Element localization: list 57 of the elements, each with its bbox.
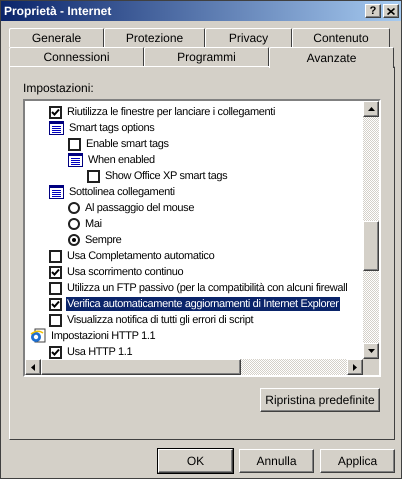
- settings-label: Impostazioni:: [23, 80, 95, 97]
- setting-label[interactable]: Utilizza un FTP passivo (per la compatibilità con alcuni firewall: [66, 281, 348, 295]
- setting-label[interactable]: Mai: [84, 217, 103, 231]
- close-icon: [387, 8, 395, 14]
- checkbox[interactable]: [49, 106, 62, 118]
- scrollbar-corner: [363, 359, 379, 375]
- help-button[interactable]: ?: [365, 4, 381, 18]
- setting-label[interactable]: Usa Completamento automatico: [66, 249, 216, 263]
- tab[interactable]: Privacy: [205, 28, 292, 47]
- setting-label[interactable]: Sottolinea collegamenti: [68, 185, 176, 199]
- tab[interactable]: Avanzate: [269, 47, 394, 68]
- restore-defaults-button[interactable]: Ripristina predefinite: [260, 388, 380, 412]
- dialog-button[interactable]: OK: [158, 449, 233, 473]
- vertical-scrollbar[interactable]: [363, 101, 379, 359]
- window-title: Proprietà - Internet: [4, 3, 112, 20]
- dialog-button[interactable]: Annulla: [239, 449, 314, 473]
- dialog-button[interactable]: Applica: [320, 449, 395, 473]
- setting-label[interactable]: Visualizza notifica di tutti gli errori di script: [66, 313, 254, 327]
- horizontal-scrollbar[interactable]: [25, 359, 379, 375]
- setting-label[interactable]: Impostazioni HTTP 1.1: [50, 329, 156, 343]
- setting-label[interactable]: Al passaggio del mouse: [84, 201, 196, 215]
- browser-icon: [30, 328, 46, 344]
- tab[interactable]: Programmi: [144, 47, 269, 66]
- scroll-right-icon[interactable]: [353, 364, 357, 370]
- tab[interactable]: Generale: [9, 28, 104, 47]
- checkbox[interactable]: [49, 314, 62, 326]
- tab[interactable]: Protezione: [104, 28, 205, 47]
- scroll-up-icon[interactable]: [368, 107, 374, 111]
- checkbox[interactable]: [49, 346, 62, 358]
- setting-label[interactable]: Smart tags options: [68, 121, 156, 135]
- radio-button[interactable]: [68, 218, 80, 230]
- setting-label[interactable]: Verifica automaticamente aggiornamenti di Internet Explorer: [66, 297, 340, 311]
- tab[interactable]: Connessioni: [9, 47, 144, 66]
- setting-label[interactable]: Usa scorrimento continuo: [66, 265, 184, 279]
- setting-label[interactable]: Show Office XP smart tags: [104, 169, 228, 183]
- setting-label[interactable]: Usa HTTP 1.1: [66, 345, 134, 359]
- list-icon: [49, 185, 64, 199]
- list-icon: [68, 153, 83, 167]
- list-icon: [49, 121, 64, 135]
- checkbox[interactable]: [68, 138, 81, 150]
- scroll-down-icon[interactable]: [368, 349, 374, 353]
- checkbox[interactable]: [49, 266, 62, 278]
- setting-label[interactable]: When enabled: [87, 153, 156, 167]
- radio-button[interactable]: [68, 234, 80, 246]
- tab[interactable]: Contenuto: [292, 28, 390, 47]
- checkbox[interactable]: [49, 250, 62, 262]
- scrollbar-thumb[interactable]: [363, 221, 379, 271]
- checkbox[interactable]: [49, 282, 62, 294]
- scroll-left-icon[interactable]: [31, 364, 35, 370]
- setting-label[interactable]: Sempre: [84, 233, 122, 247]
- radio-button[interactable]: [68, 202, 80, 214]
- checkbox[interactable]: [87, 170, 100, 182]
- close-button[interactable]: [383, 4, 399, 18]
- checkbox[interactable]: [49, 298, 62, 310]
- setting-label[interactable]: Enable smart tags: [85, 137, 170, 151]
- scrollbar-thumb[interactable]: [41, 359, 241, 375]
- setting-label[interactable]: Riutilizza le finestre per lanciare i collegamenti: [66, 105, 276, 119]
